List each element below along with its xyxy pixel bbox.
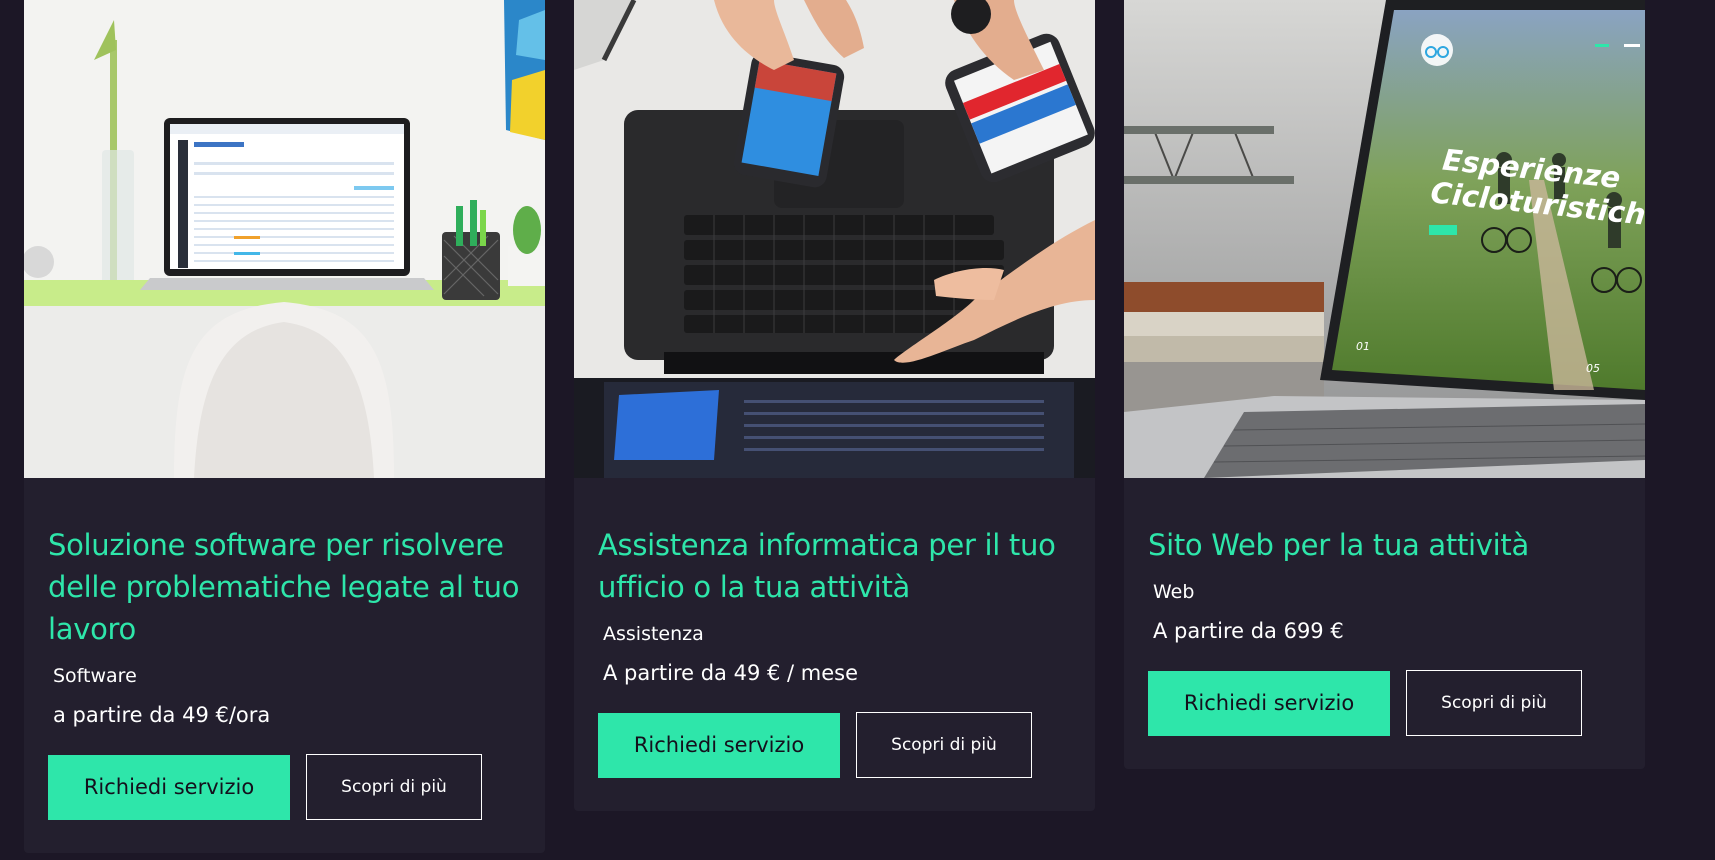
card-price: a partire da 49 €/ora [53, 703, 271, 727]
card-body: Assistenza informatica per il tuo uffici… [574, 478, 1095, 778]
card-actions: Richiedi servizio Scopri di più [1148, 670, 1621, 736]
service-card-web: Esperienze Cicloturistiche 01 05 Sito We… [1124, 0, 1645, 769]
card-category: Software [53, 665, 137, 687]
services-section: Soluzione software per risolvere delle p… [0, 0, 1715, 860]
learn-more-button[interactable]: Scopri di più [1406, 670, 1582, 736]
request-service-button[interactable]: Richiedi servizio [48, 754, 290, 820]
service-card-assistenza: Assistenza informatica per il tuo uffici… [574, 0, 1095, 811]
learn-more-button[interactable]: Scopri di più [856, 712, 1032, 778]
card-actions: Richiedi servizio Scopri di più [48, 754, 521, 820]
card-category: Web [1153, 581, 1195, 603]
learn-more-button[interactable]: Scopri di più [306, 754, 482, 820]
laptop-on-desk-photo [24, 0, 545, 478]
request-service-button[interactable]: Richiedi servizio [1148, 670, 1390, 736]
card-title: Sito Web per la tua attività [1148, 528, 1529, 562]
card-actions: Richiedi servizio Scopri di più [598, 712, 1071, 778]
card-title: Soluzione software per risolvere delle p… [48, 528, 520, 646]
laptop-website-photo: Esperienze Cicloturistiche 01 05 [1124, 0, 1645, 478]
screen-slide-end: 05 [1586, 362, 1600, 375]
card-price: A partire da 49 € / mese [603, 661, 859, 685]
card-category: Assistenza [603, 623, 704, 645]
service-card-software: Soluzione software per risolvere delle p… [24, 0, 545, 853]
card-body: Sito Web per la tua attività Web A parti… [1124, 478, 1645, 736]
request-service-button[interactable]: Richiedi servizio [598, 712, 840, 778]
screen-slide-start: 01 [1356, 340, 1370, 353]
hands-phones-keyboard-photo [574, 0, 1095, 478]
card-price: A partire da 699 € [1153, 619, 1344, 643]
card-title: Assistenza informatica per il tuo uffici… [598, 528, 1056, 604]
card-body: Soluzione software per risolvere delle p… [24, 478, 545, 820]
